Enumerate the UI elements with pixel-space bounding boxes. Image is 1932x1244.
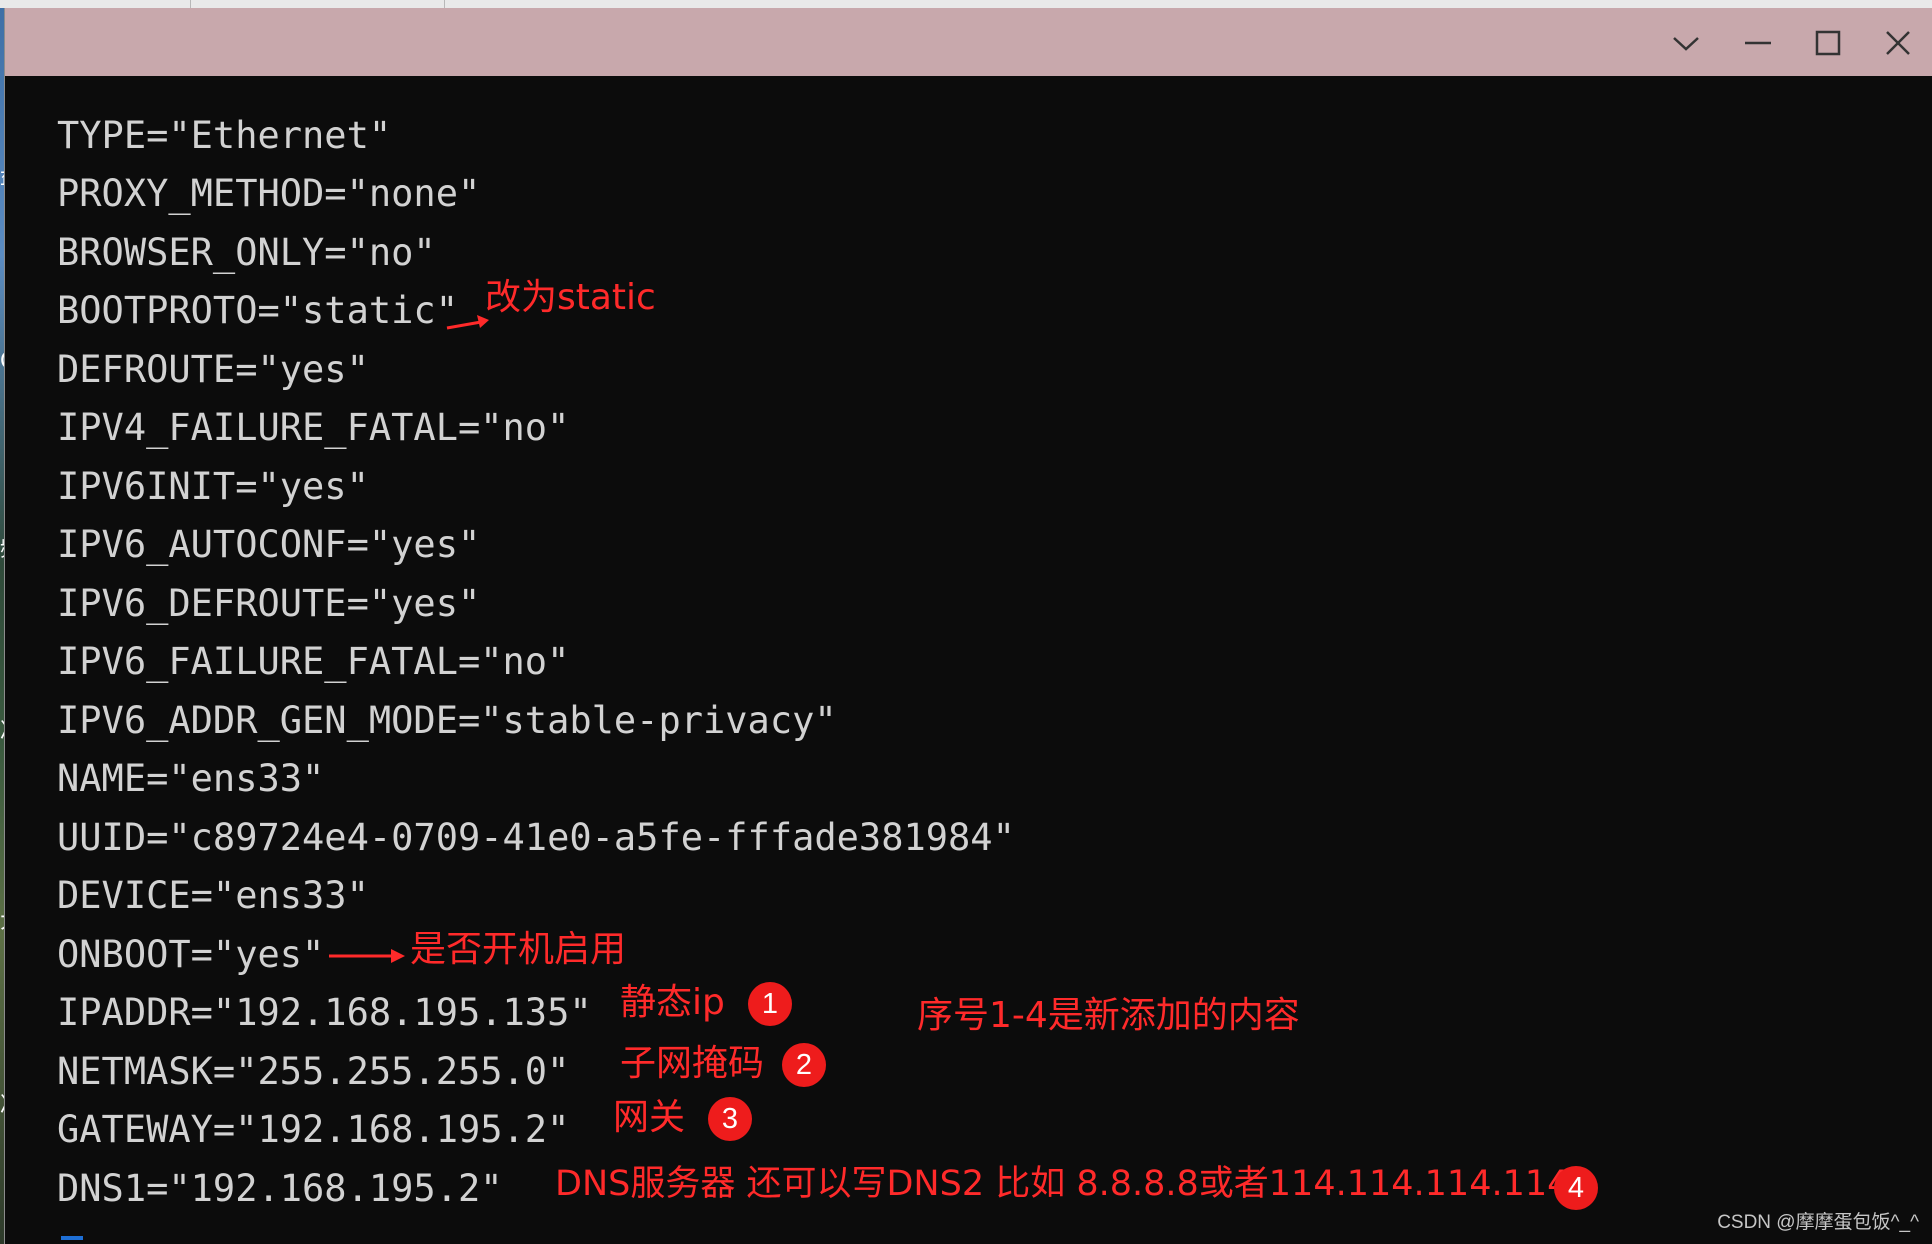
annotation-gateway: 网关 <box>613 1097 686 1138</box>
background-tab[interactable] <box>196 0 445 8</box>
annotation-onboot: 是否开机启用 <box>410 929 627 970</box>
config-line-proxy-method: PROXY_METHOD="none" <box>57 172 481 215</box>
annotation-bootproto: 改为static <box>485 277 656 318</box>
watermark: CSDN @摩摩蛋包饭^_^ <box>1717 1212 1919 1233</box>
close-button[interactable] <box>1863 14 1932 72</box>
config-line-type: TYPE="Ethernet" <box>57 114 392 157</box>
cursor-indicator <box>61 1236 83 1240</box>
annotation-note: 序号1-4是新添加的内容 <box>917 995 1300 1036</box>
close-icon <box>1886 31 1910 55</box>
step-badge-1: 1 <box>748 982 792 1026</box>
background-window-strip <box>0 0 1932 8</box>
title-bar[interactable] <box>5 8 1932 76</box>
config-line-ipv6-addr-gen-mode: IPV6_ADDR_GEN_MODE="stable-privacy" <box>57 699 837 742</box>
config-line-gateway: GATEWAY="192.168.195.2" <box>57 1108 570 1151</box>
chevron-down-icon <box>1673 37 1699 51</box>
minimize-icon <box>1745 41 1771 45</box>
background-tab[interactable] <box>0 0 191 8</box>
config-line-ipv6-autoconf: IPV6_AUTOCONF="yes" <box>57 523 481 566</box>
config-line-browser-only: BROWSER_ONLY="no" <box>57 231 436 274</box>
arrow-icon <box>329 949 405 963</box>
config-line-ipaddr: IPADDR="192.168.195.135" <box>57 991 592 1034</box>
config-line-netmask: NETMASK="255.255.255.0" <box>57 1050 570 1093</box>
terminal-content[interactable]: TYPE="Ethernet" PROXY_METHOD="none" BROW… <box>5 78 1929 1240</box>
config-line-ipv4-failure-fatal: IPV4_FAILURE_FATAL="no" <box>57 406 570 449</box>
config-line-ipv6-defroute: IPV6_DEFROUTE="yes" <box>57 582 481 625</box>
config-line-ipv6init: IPV6INIT="yes" <box>57 465 369 508</box>
maximize-button[interactable] <box>1793 14 1863 72</box>
config-line-onboot: ONBOOT="yes" <box>57 933 325 976</box>
config-line-name: NAME="ens33" <box>57 757 325 800</box>
annotation-ipaddr: 静态ip <box>620 982 725 1023</box>
config-line-uuid: UUID="c89724e4-0709-41e0-a5fe-fffade3819… <box>57 816 1015 859</box>
annotation-dns: DNS服务器 还可以写DNS2 比如 8.8.8.8或者114.114.114.… <box>555 1164 1570 1204</box>
config-line-device: DEVICE="ens33" <box>57 874 369 917</box>
step-badge-4: 4 <box>1554 1166 1598 1210</box>
config-line-dns1: DNS1="192.168.195.2" <box>57 1167 503 1210</box>
terminal-window: TYPE="Ethernet" PROXY_METHOD="none" BROW… <box>4 8 1932 1244</box>
step-badge-3: 3 <box>708 1097 752 1141</box>
config-line-ipv6-failure-fatal: IPV6_FAILURE_FATAL="no" <box>57 640 570 683</box>
config-line-bootproto: BOOTPROTO="static" <box>57 289 458 332</box>
annotation-netmask: 子网掩码 <box>620 1043 765 1084</box>
maximize-icon <box>1815 30 1841 56</box>
step-badge-2: 2 <box>782 1043 826 1087</box>
tab-dropdown-button[interactable] <box>1651 14 1721 72</box>
config-line-defroute: DEFROUTE="yes" <box>57 348 369 391</box>
minimize-button[interactable] <box>1723 14 1793 72</box>
